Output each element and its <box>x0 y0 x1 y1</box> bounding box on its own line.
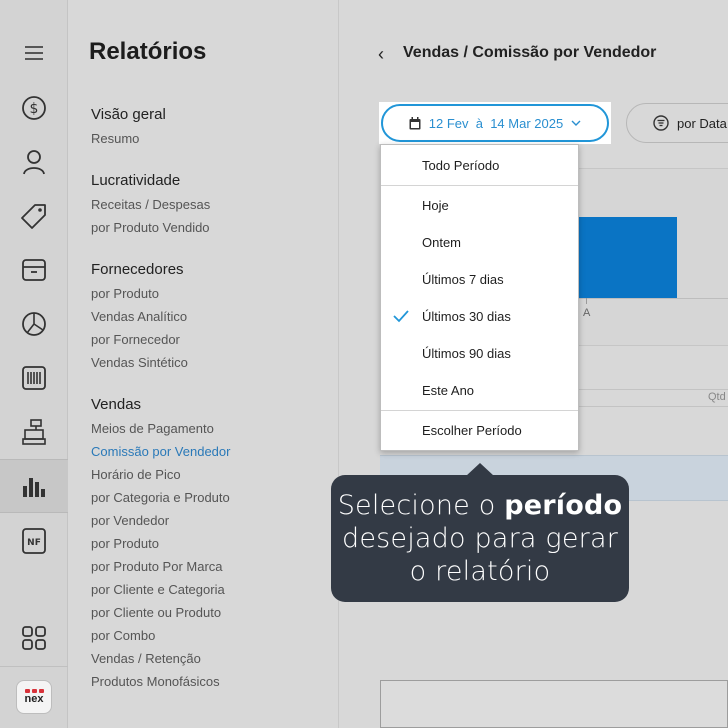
menu-item-por-fornecedor[interactable]: por Fornecedor <box>91 332 180 347</box>
menu-icon[interactable] <box>0 26 68 80</box>
menu-item-por-produto-vendido[interactable]: por Produto Vendido <box>91 220 210 235</box>
date-range-highlight: 12 Fev à 14 Mar 2025 <box>379 102 611 144</box>
menu-item-resumo[interactable]: Resumo <box>91 131 139 146</box>
cash-register-icon[interactable] <box>0 405 68 459</box>
group-by-button[interactable]: por Data <box>626 103 728 143</box>
tooltip-line3: o relatório <box>409 556 551 587</box>
dropdown-divider <box>381 185 578 186</box>
option-este-ano[interactable]: Este Ano <box>381 372 578 408</box>
option-label: Últimos 30 dias <box>422 308 511 324</box>
option-todo-periodo[interactable]: Todo Período <box>381 147 578 183</box>
section-vendas: Vendas <box>91 396 142 413</box>
option-ultimos-7-dias[interactable]: Últimos 7 dias <box>381 261 578 297</box>
nf-icon[interactable]: NF <box>0 514 68 568</box>
dollar-icon[interactable]: $ <box>0 81 68 135</box>
option-hoje[interactable]: Hoje <box>381 187 578 223</box>
menu-item-vendas-por-produto[interactable]: por Produto <box>91 536 159 551</box>
box-icon[interactable] <box>0 243 68 297</box>
menu-item-por-cliente-e-categoria[interactable]: por Cliente e Categoria <box>91 582 225 597</box>
reports-menu: Relatórios Visão geral Resumo Lucrativid… <box>69 0 339 728</box>
menu-item-vendas-sintetico[interactable]: Vendas Sintético <box>91 355 188 370</box>
menu-item-por-vendedor[interactable]: por Vendedor <box>91 513 169 528</box>
section-visao-geral: Visão geral <box>91 106 166 123</box>
bar-chart-icon[interactable] <box>0 459 68 513</box>
table-header <box>560 389 728 407</box>
tooltip-line2: desejado para gerar <box>342 523 618 554</box>
apps-icon[interactable] <box>0 611 68 665</box>
onboarding-tooltip: Selecione o período desejado para gerar … <box>331 475 629 602</box>
barcode-icon[interactable] <box>0 351 68 405</box>
menu-item-fornecedores-por-produto[interactable]: por Produto <box>91 286 159 301</box>
menu-item-receitas-despesas[interactable]: Receitas / Despesas <box>91 197 210 212</box>
menu-item-por-produto-por-marca[interactable]: por Produto Por Marca <box>91 559 223 574</box>
tooltip-line1: Selecione o <box>337 490 505 521</box>
section-lucratividade: Lucratividade <box>91 172 181 189</box>
option-ultimos-90-dias[interactable]: Últimos 90 dias <box>381 335 578 371</box>
icon-rail: $ NF nex <box>0 0 68 728</box>
chevron-down-icon <box>571 120 581 126</box>
rail-divider <box>0 666 68 667</box>
footer-panel <box>380 680 728 728</box>
chart-bar <box>577 217 677 298</box>
menu-item-por-combo[interactable]: por Combo <box>91 628 155 643</box>
filter-icon <box>653 115 669 131</box>
page-title: Vendas / Comissão por Vendedor <box>403 44 657 61</box>
check-icon <box>393 310 409 323</box>
menu-item-comissao-por-vendedor[interactable]: Comissão por Vendedor <box>91 444 230 459</box>
calendar-icon <box>409 116 421 129</box>
section-fornecedores: Fornecedores <box>91 261 184 278</box>
nf-label: NF <box>27 538 41 548</box>
option-ontem[interactable]: Ontem <box>381 224 578 260</box>
date-range-button[interactable]: 12 Fev à 14 Mar 2025 <box>381 104 609 142</box>
tooltip-bold: período <box>504 490 623 521</box>
menu-item-horario-de-pico[interactable]: Horário de Pico <box>91 467 181 482</box>
nex-logo[interactable]: nex <box>16 680 52 714</box>
option-ultimos-30-dias[interactable]: Últimos 30 dias <box>381 298 578 334</box>
menu-item-vendas-analitico[interactable]: Vendas Analítico <box>91 309 187 324</box>
svg-text:$: $ <box>30 101 39 117</box>
table-header-qtd: Qtd <box>708 391 726 403</box>
menu-item-vendas-retencao[interactable]: Vendas / Retenção <box>91 651 201 666</box>
chart-tick-label: A <box>583 307 591 319</box>
menu-item-produtos-monofasicos[interactable]: Produtos Monofásicos <box>91 674 220 689</box>
group-by-label: por Data <box>677 115 727 131</box>
menu-item-por-cliente-ou-produto[interactable]: por Cliente ou Produto <box>91 605 221 620</box>
menu-item-por-categoria-e-produto[interactable]: por Categoria e Produto <box>91 490 230 505</box>
chart-tick <box>586 298 587 304</box>
period-dropdown: Todo Período Hoje Ontem Últimos 7 dias Ú… <box>380 144 579 451</box>
menu-title: Relatórios <box>89 38 207 65</box>
back-icon[interactable]: ‹ <box>378 44 384 65</box>
logo-text: nex <box>24 693 44 705</box>
tag-icon[interactable] <box>0 189 68 243</box>
dropdown-divider <box>381 410 578 411</box>
menu-item-meios-de-pagamento[interactable]: Meios de Pagamento <box>91 421 214 436</box>
user-icon[interactable] <box>0 135 68 189</box>
tooltip-text: Selecione o período desejado para gerar … <box>338 489 623 588</box>
option-escolher-periodo[interactable]: Escolher Período <box>381 412 578 448</box>
pie-icon[interactable] <box>0 297 68 351</box>
date-range-label: 12 Fev à 14 Mar 2025 <box>428 115 564 131</box>
